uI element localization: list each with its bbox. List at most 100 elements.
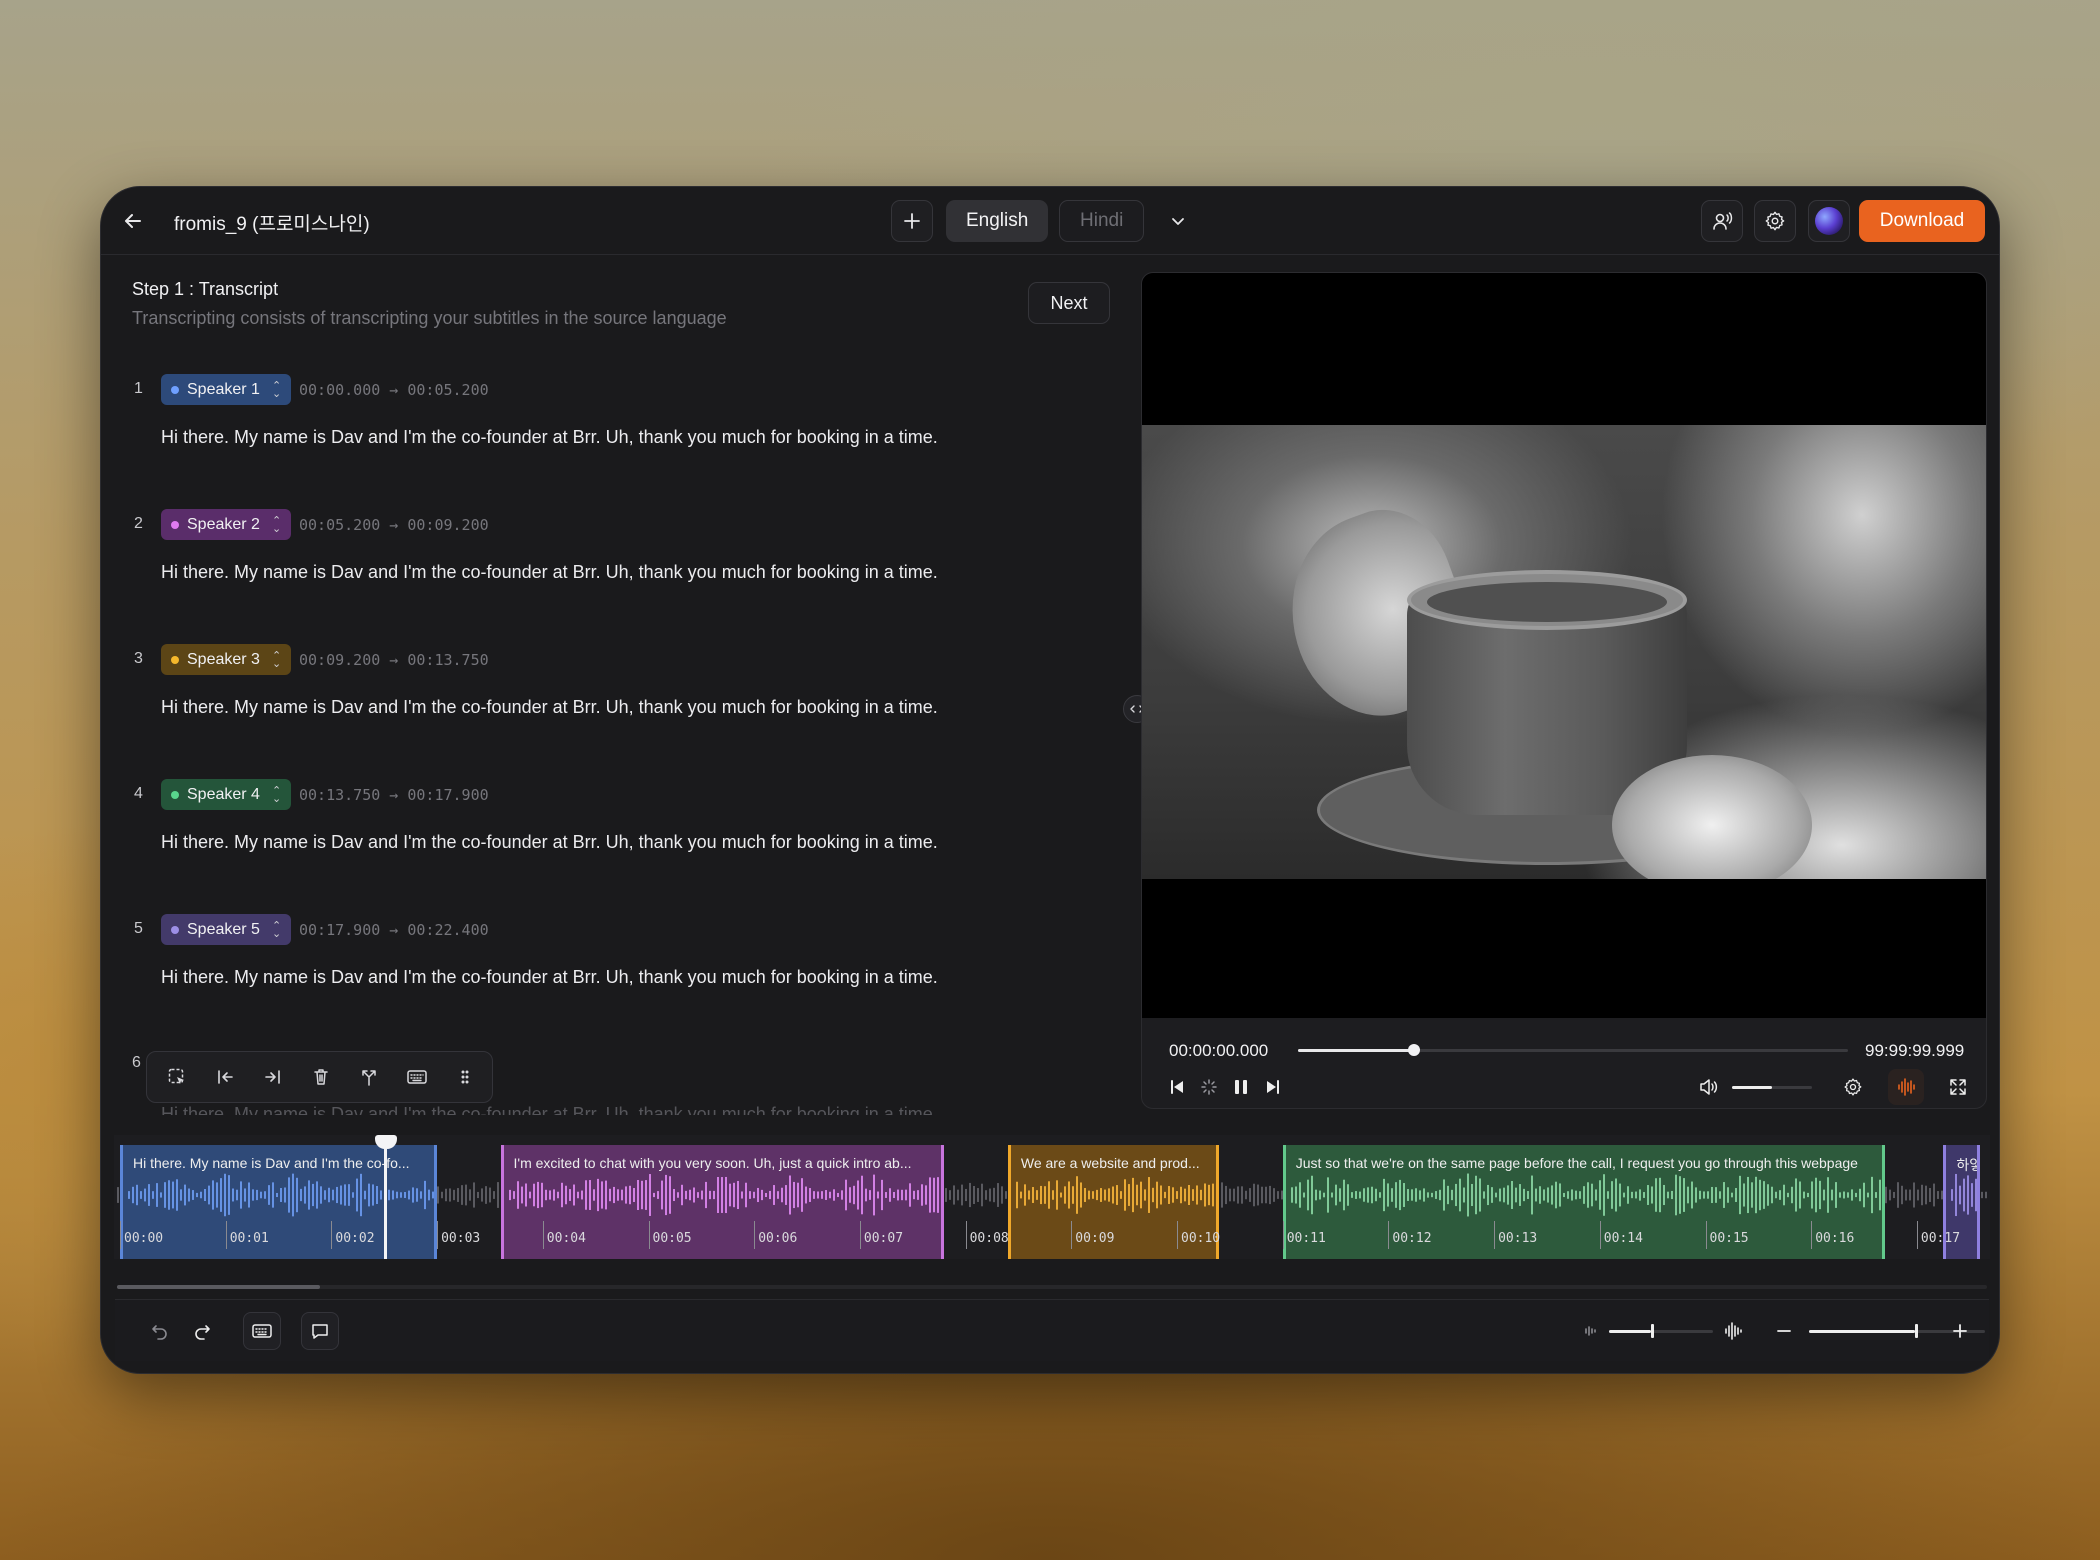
tick-mark bbox=[1916, 1221, 1918, 1249]
time-tick: 00:00 bbox=[124, 1231, 164, 1246]
keyboard-icon bbox=[252, 1324, 272, 1338]
skip-back-icon[interactable] bbox=[1159, 1069, 1195, 1105]
speaker-select[interactable]: Speaker 4 ⌃ ⌄ bbox=[161, 779, 292, 810]
zoom-out-icon[interactable] bbox=[1765, 1312, 1803, 1350]
segment-time: 00:00.000 → 00:05.200 bbox=[299, 381, 489, 399]
avatar[interactable] bbox=[1808, 200, 1850, 242]
tick-mark bbox=[331, 1221, 333, 1249]
time-tick: 00:05 bbox=[652, 1231, 692, 1246]
clip-label: Just so that we're on the same page befo… bbox=[1295, 1155, 1858, 1171]
pause-icon[interactable] bbox=[1223, 1069, 1259, 1105]
settings-button[interactable] bbox=[1754, 200, 1796, 242]
split-icon[interactable] bbox=[345, 1057, 393, 1097]
plus-icon bbox=[904, 213, 920, 229]
chevron-up-down-icon: ⌃ ⌄ bbox=[271, 514, 282, 535]
speaker-select[interactable]: Speaker 3 ⌃ ⌄ bbox=[161, 644, 292, 675]
tick-mark bbox=[1282, 1221, 1284, 1249]
skip-forward-icon[interactable] bbox=[1255, 1069, 1291, 1105]
segment-text[interactable]: Hi there. My name is Dav and I'm the co-… bbox=[161, 562, 938, 583]
transcript-segment: 4 Speaker 4 ⌃ ⌄ 00:13.750 → 00:17.900 Hi ther… bbox=[101, 779, 1141, 919]
progress-bar[interactable] bbox=[1298, 1044, 1848, 1056]
clip-label: 하얗 bbox=[1956, 1157, 1977, 1173]
speaker-select[interactable]: Speaker 5 ⌃ ⌄ bbox=[161, 914, 292, 945]
segment-number: 4 bbox=[134, 785, 143, 802]
speaker-select[interactable]: Speaker 2 ⌃ ⌄ bbox=[161, 509, 292, 540]
segment-text[interactable]: Hi there. My name is Dav and I'm the co-… bbox=[161, 427, 938, 448]
chevron-down-icon[interactable] bbox=[1160, 203, 1196, 239]
speaker-dot-icon bbox=[171, 655, 179, 664]
loading-icon[interactable] bbox=[1191, 1069, 1227, 1105]
redo-icon[interactable] bbox=[183, 1312, 221, 1350]
transcript-segment: 5 Speaker 5 ⌃ ⌄ 00:17.900 → 00:22.400 Hi ther… bbox=[101, 914, 1141, 1054]
speaker-label: Speaker 2 bbox=[187, 515, 260, 533]
speaker-label: Speaker 3 bbox=[187, 650, 260, 668]
speaker-dot-icon bbox=[171, 520, 179, 529]
segment-time: 00:09.200 → 00:13.750 bbox=[299, 651, 489, 669]
speaker-label: Speaker 5 bbox=[187, 920, 260, 938]
keyboard-shortcuts-button[interactable] bbox=[243, 1312, 281, 1350]
time-tick: 00:01 bbox=[229, 1231, 269, 1246]
segment-number: 6 bbox=[132, 1054, 141, 1071]
playhead[interactable] bbox=[384, 1135, 388, 1259]
segment-text[interactable]: Hi there. My name is Dav and I'm the co-… bbox=[161, 832, 938, 853]
time-tick: 00:13 bbox=[1498, 1231, 1538, 1246]
trash-icon[interactable] bbox=[297, 1057, 345, 1097]
timeline-clip[interactable]: Just so that we're on the same page befo… bbox=[1282, 1145, 1886, 1259]
align-start-icon[interactable] bbox=[201, 1057, 249, 1097]
select-icon[interactable] bbox=[153, 1057, 201, 1097]
gear-icon[interactable] bbox=[1835, 1069, 1871, 1105]
tick-mark bbox=[648, 1221, 650, 1249]
chevron-up-down-icon: ⌃ ⌄ bbox=[271, 784, 282, 805]
segment-text[interactable]: Hi there. My name is Dav and I'm the co-… bbox=[161, 1105, 961, 1115]
project-title: fromis_9 (프로미스나인) bbox=[174, 214, 370, 235]
video-player: 00:00:00.000 99:99:99.999 bbox=[1141, 272, 1987, 1109]
total-time: 99:99:99.999 bbox=[1865, 1041, 1965, 1060]
tab-english[interactable]: English bbox=[946, 200, 1049, 242]
next-button[interactable]: Next bbox=[1028, 282, 1110, 324]
timeline[interactable]: Hi there. My name is Dav and I'm the co-… bbox=[114, 1135, 1990, 1259]
clip-label: I'm excited to chat with you very soon. … bbox=[513, 1155, 912, 1171]
tab-hindi[interactable]: Hindi bbox=[1059, 200, 1145, 242]
tick-mark bbox=[1705, 1221, 1707, 1249]
segment-text[interactable]: Hi there. My name is Dav and I'm the co-… bbox=[161, 967, 938, 988]
segment-number: 3 bbox=[134, 650, 143, 667]
time-tick: 00:12 bbox=[1392, 1231, 1432, 1246]
segment-text[interactable]: Hi there. My name is Dav and I'm the co-… bbox=[161, 697, 938, 718]
comments-button[interactable] bbox=[301, 1312, 339, 1350]
volume-icon[interactable] bbox=[1691, 1069, 1727, 1105]
fullscreen-icon[interactable] bbox=[1940, 1069, 1976, 1105]
back-icon[interactable] bbox=[115, 203, 151, 239]
download-button[interactable]: Download bbox=[1859, 200, 1985, 242]
timeline-clip[interactable]: Hi there. My name is Dav and I'm the co-… bbox=[120, 1145, 438, 1259]
step-title: Step 1 : Transcript bbox=[132, 279, 279, 299]
speaker-voice-icon bbox=[1713, 212, 1733, 230]
time-tick: 00:17 bbox=[1920, 1231, 1961, 1246]
speaker-select[interactable]: Speaker 1 ⌃ ⌄ bbox=[161, 374, 292, 405]
add-language-button[interactable] bbox=[891, 200, 933, 242]
time-tick: 00:15 bbox=[1709, 1231, 1749, 1246]
timeline-scroll-track[interactable] bbox=[117, 1285, 1987, 1289]
timeline-scrollbar[interactable] bbox=[117, 1285, 320, 1289]
tick-mark bbox=[120, 1221, 121, 1249]
waveform-zoom-slider[interactable] bbox=[1609, 1324, 1713, 1338]
time-tick: 00:14 bbox=[1603, 1231, 1643, 1246]
waveform-small-icon[interactable] bbox=[1571, 1312, 1609, 1350]
video-screen[interactable] bbox=[1142, 273, 1986, 1018]
waveform-large-icon[interactable] bbox=[1715, 1312, 1753, 1350]
time-tick: 00:06 bbox=[758, 1231, 798, 1246]
drag-handle-icon[interactable] bbox=[441, 1057, 489, 1097]
app-window: fromis_9 (프로미스나인) English Hindi Download… bbox=[100, 186, 2000, 1374]
waveform-icon[interactable] bbox=[1888, 1069, 1924, 1105]
volume-slider[interactable] bbox=[1732, 1086, 1812, 1089]
undo-icon[interactable] bbox=[141, 1312, 179, 1350]
current-time: 00:00:00.000 bbox=[1169, 1041, 1269, 1060]
tick-mark bbox=[1071, 1221, 1073, 1249]
comment-icon bbox=[312, 1324, 328, 1339]
keyboard-icon[interactable] bbox=[393, 1057, 441, 1097]
chevron-up-down-icon: ⌃ ⌄ bbox=[271, 649, 282, 670]
align-end-icon[interactable] bbox=[249, 1057, 297, 1097]
tick-mark bbox=[965, 1221, 967, 1249]
zoom-in-icon[interactable] bbox=[1941, 1312, 1979, 1350]
transcript-segment: 1 Speaker 1 ⌃ ⌄ 00:00.000 → 00:05.200 Hi ther… bbox=[101, 374, 1141, 514]
speakers-button[interactable] bbox=[1701, 200, 1743, 242]
